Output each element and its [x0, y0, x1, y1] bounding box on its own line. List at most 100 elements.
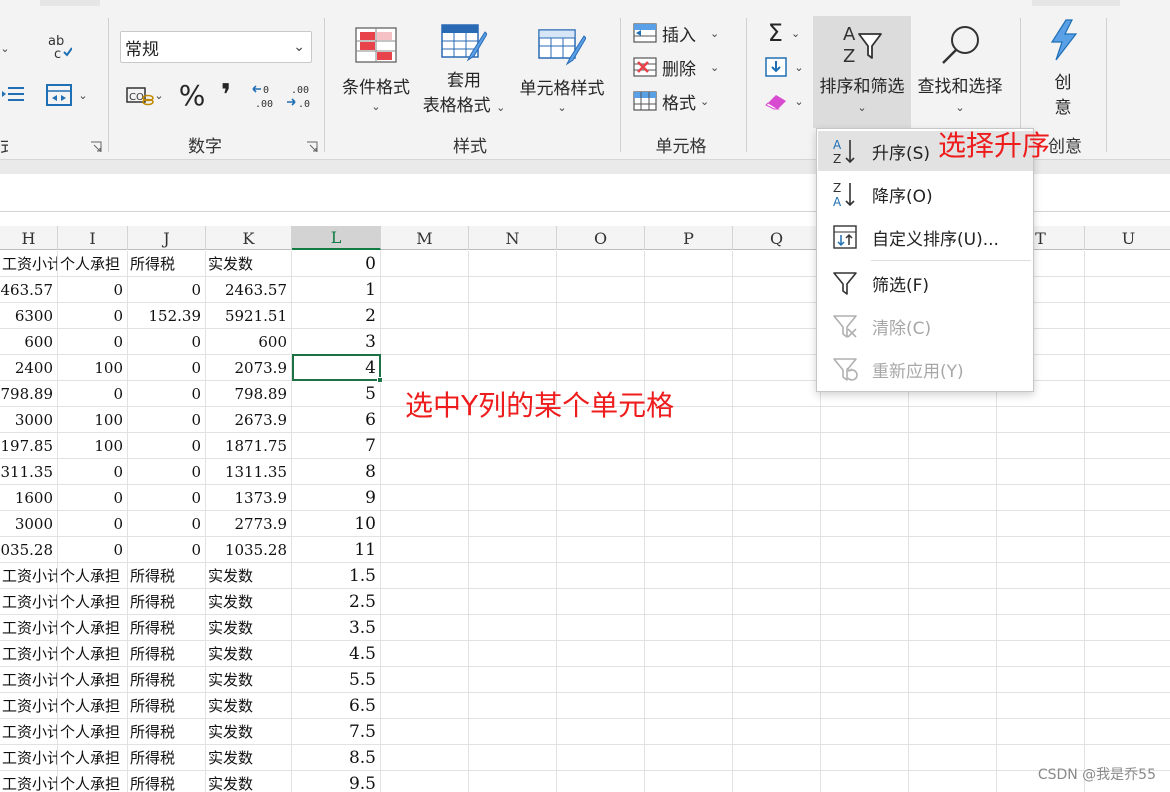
empty-cell[interactable] [909, 693, 997, 719]
menu-item-sort-descending[interactable]: ZA 降序(O) [818, 174, 1033, 214]
column-header-i[interactable]: I [58, 226, 128, 250]
empty-cell[interactable] [733, 485, 821, 511]
empty-cell[interactable] [645, 433, 733, 459]
conditional-format-button[interactable]: 条件格式 ⌄ [336, 24, 416, 116]
empty-cell[interactable] [557, 303, 645, 329]
empty-cell[interactable] [733, 615, 821, 641]
cell-j2[interactable]: 0 [128, 277, 206, 303]
empty-cell[interactable] [821, 615, 909, 641]
cell-j15[interactable]: 所得税 [128, 615, 206, 641]
empty-cell[interactable] [557, 329, 645, 355]
empty-cell[interactable] [645, 303, 733, 329]
empty-cell[interactable] [909, 615, 997, 641]
empty-cell[interactable] [469, 771, 557, 792]
cell-l21[interactable]: 9.5 [292, 771, 381, 792]
empty-cell[interactable] [645, 251, 733, 277]
cell-h18[interactable]: 工资小计 [0, 693, 58, 719]
cell-l12[interactable]: 11 [292, 537, 381, 563]
empty-cell[interactable] [909, 459, 997, 485]
cell-i12[interactable]: 0 [58, 537, 128, 563]
cell-k17[interactable]: 实发数 [206, 667, 292, 693]
cell-j9[interactable]: 0 [128, 459, 206, 485]
empty-cell[interactable] [909, 511, 997, 537]
empty-cell[interactable] [557, 251, 645, 277]
empty-cell[interactable] [821, 771, 909, 792]
empty-cell[interactable] [997, 563, 1085, 589]
empty-cell[interactable] [645, 329, 733, 355]
empty-cell[interactable] [645, 459, 733, 485]
cell-h4[interactable]: 600 [0, 329, 58, 355]
cell-i16[interactable]: 个人承担 [58, 641, 128, 667]
empty-cell[interactable] [381, 433, 469, 459]
empty-cell[interactable] [733, 589, 821, 615]
empty-cell[interactable] [469, 641, 557, 667]
cell-k9[interactable]: 1311.35 [206, 459, 292, 485]
empty-cell[interactable] [821, 693, 909, 719]
empty-cell[interactable] [557, 693, 645, 719]
clear-button[interactable]: ⌄ [758, 86, 810, 116]
cell-i14[interactable]: 个人承担 [58, 589, 128, 615]
empty-cell[interactable] [557, 667, 645, 693]
cell-k2[interactable]: 2463.57 [206, 277, 292, 303]
sort-filter-button[interactable]: AZ 排序和筛选 ⌄ [813, 16, 911, 128]
cell-h15[interactable]: 工资小计 [0, 615, 58, 641]
number-dialog-launcher-icon[interactable] [306, 138, 318, 152]
empty-cell[interactable] [997, 693, 1085, 719]
empty-cell[interactable] [1085, 719, 1170, 745]
empty-cell[interactable] [381, 355, 469, 381]
empty-cell[interactable] [733, 407, 821, 433]
cell-j19[interactable]: 所得税 [128, 719, 206, 745]
cell-i9[interactable]: 0 [58, 459, 128, 485]
cell-styles-button[interactable]: 单元格样式 ⌄ [512, 24, 612, 116]
cell-h8[interactable]: 197.85 [0, 433, 58, 459]
cell-h21[interactable]: 工资小计 [0, 771, 58, 792]
cell-k18[interactable]: 实发数 [206, 693, 292, 719]
empty-cell[interactable] [645, 485, 733, 511]
empty-cell[interactable] [381, 589, 469, 615]
cell-k21[interactable]: 实发数 [206, 771, 292, 792]
empty-cell[interactable] [469, 251, 557, 277]
fill-button[interactable]: ⌄ [758, 52, 810, 82]
empty-cell[interactable] [733, 277, 821, 303]
empty-cell[interactable] [821, 459, 909, 485]
empty-cell[interactable] [909, 563, 997, 589]
empty-cell[interactable] [381, 615, 469, 641]
empty-cell[interactable] [1085, 277, 1170, 303]
empty-cell[interactable] [557, 589, 645, 615]
empty-cell[interactable] [1085, 381, 1170, 407]
empty-cell[interactable] [1085, 303, 1170, 329]
empty-cell[interactable] [469, 563, 557, 589]
cell-j21[interactable]: 所得税 [128, 771, 206, 792]
empty-cell[interactable] [557, 511, 645, 537]
empty-cell[interactable] [997, 459, 1085, 485]
empty-cell[interactable] [469, 355, 557, 381]
empty-cell[interactable] [997, 615, 1085, 641]
empty-cell[interactable] [381, 251, 469, 277]
empty-cell[interactable] [733, 563, 821, 589]
empty-cell[interactable] [997, 589, 1085, 615]
cell-l16[interactable]: 4.5 [292, 641, 381, 667]
empty-cell[interactable] [909, 407, 997, 433]
empty-cell[interactable] [1085, 511, 1170, 537]
empty-cell[interactable] [733, 511, 821, 537]
cell-h14[interactable]: 工资小计 [0, 589, 58, 615]
cell-l9[interactable]: 8 [292, 459, 381, 485]
empty-cell[interactable] [469, 719, 557, 745]
cell-k5[interactable]: 2073.9 [206, 355, 292, 381]
alignment-dialog-launcher-icon[interactable] [90, 138, 102, 152]
cell-h6[interactable]: 798.89 [0, 381, 58, 407]
empty-cell[interactable] [557, 615, 645, 641]
empty-cell[interactable] [733, 251, 821, 277]
cell-l10[interactable]: 9 [292, 485, 381, 511]
cell-j6[interactable]: 0 [128, 381, 206, 407]
cell-j13[interactable]: 所得税 [128, 563, 206, 589]
empty-cell[interactable] [733, 641, 821, 667]
column-header-h[interactable]: H [0, 226, 58, 250]
cell-h13[interactable]: 工资小计 [0, 563, 58, 589]
empty-cell[interactable] [645, 667, 733, 693]
cell-l2[interactable]: 1 [292, 277, 381, 303]
percent-style-button[interactable]: % [176, 78, 208, 112]
increase-decimal-button[interactable]: 0.00 [250, 80, 280, 112]
indent-button[interactable] [0, 80, 28, 108]
empty-cell[interactable] [557, 277, 645, 303]
